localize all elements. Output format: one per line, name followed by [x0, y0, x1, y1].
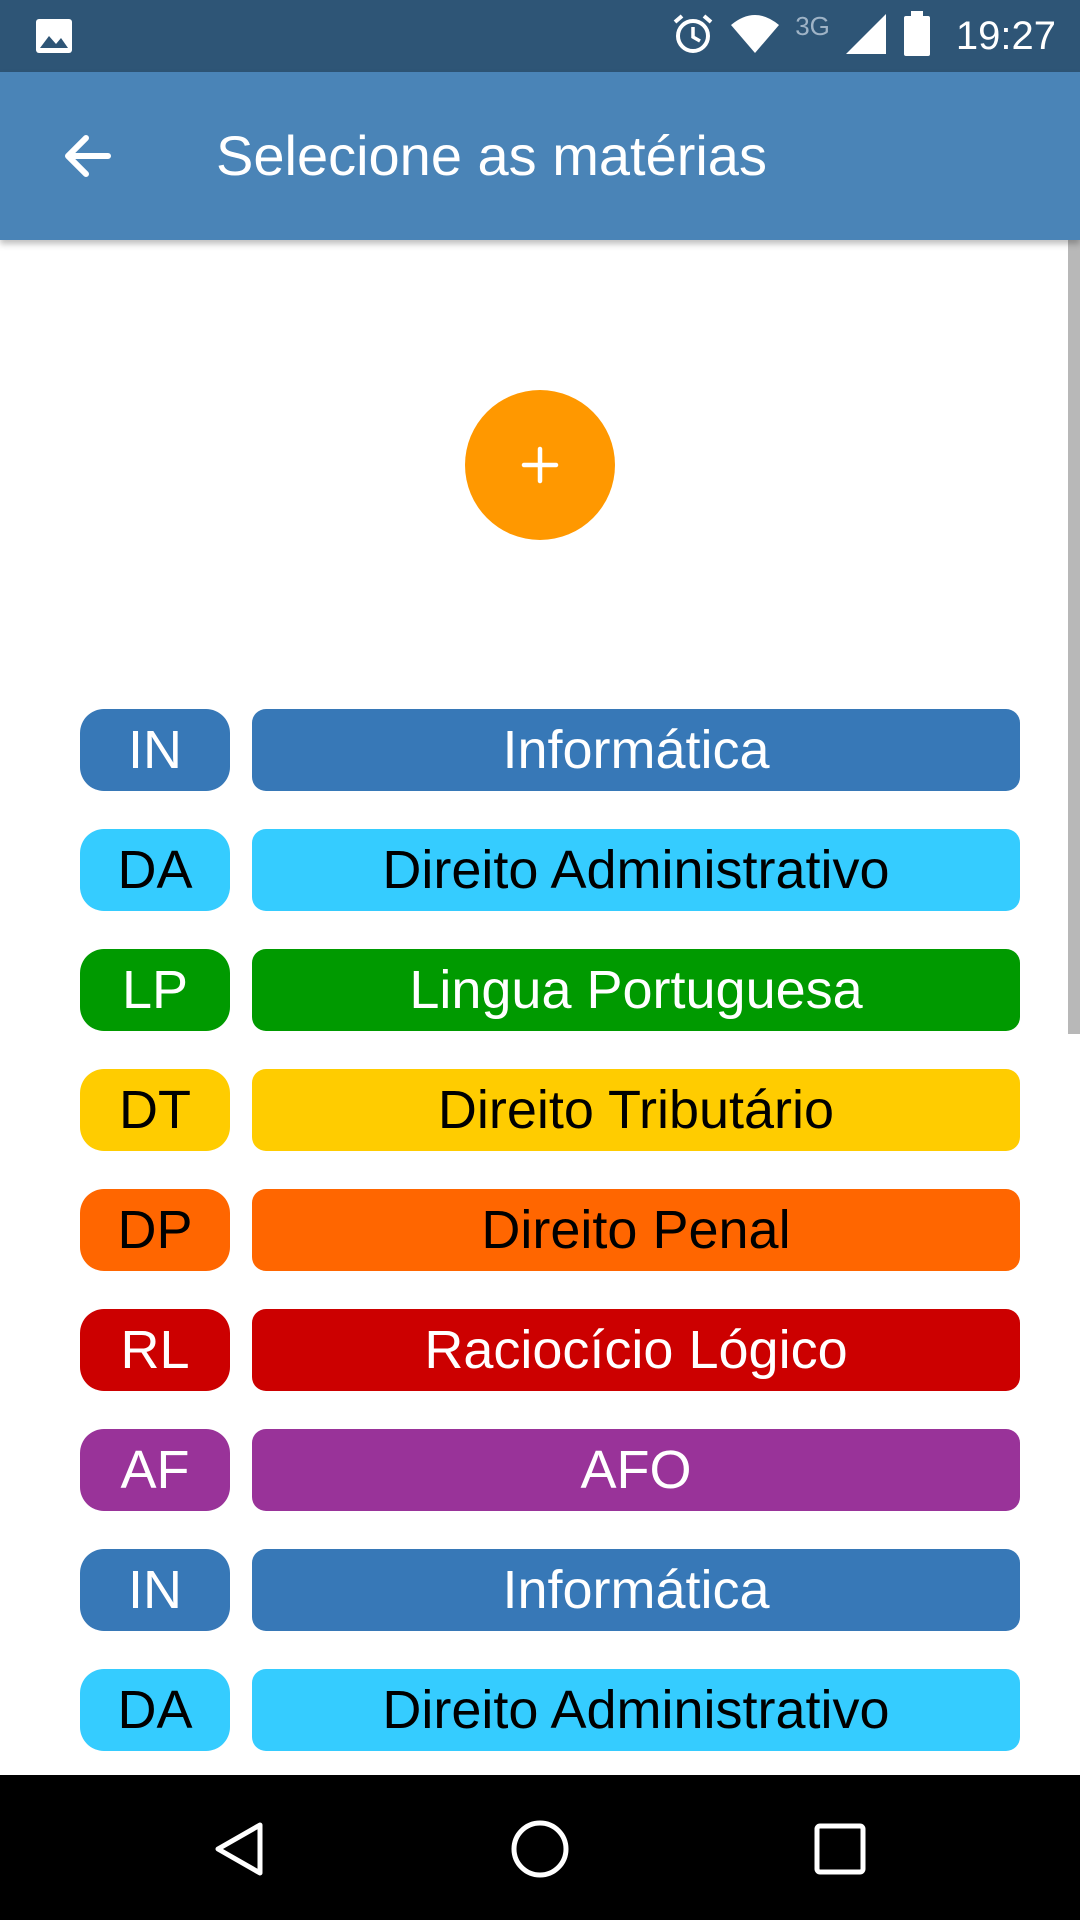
back-triangle-icon: [215, 1822, 263, 1876]
app-bar: Selecione as matérias: [0, 72, 1080, 240]
nav-recents-button[interactable]: [802, 1811, 878, 1887]
status-time: 19:27: [955, 13, 1056, 58]
add-subject-button[interactable]: [465, 390, 615, 540]
subject-row[interactable]: DT Direito Tributário: [80, 1069, 1020, 1151]
page-title: Selecione as matérias: [216, 124, 767, 187]
subject-row[interactable]: RL Raciocício Lógico: [80, 1309, 1020, 1391]
subject-name: Informática: [252, 1549, 1020, 1631]
arrow-back-icon: [65, 135, 111, 177]
subject-abbreviation: IN: [80, 709, 230, 791]
subject-abbreviation: DT: [80, 1069, 230, 1151]
subject-abbreviation: LP: [80, 949, 230, 1031]
subject-abbreviation: IN: [80, 1549, 230, 1631]
subject-abbreviation: DA: [80, 829, 230, 911]
nav-back-button[interactable]: [202, 1811, 278, 1887]
subject-name: Raciocício Lógico: [252, 1309, 1020, 1391]
subject-name: AFO: [252, 1429, 1020, 1511]
subject-name: Direito Administrativo: [252, 829, 1020, 911]
battery-icon: [902, 10, 932, 62]
subject-name: Direito Administrativo: [252, 1669, 1020, 1751]
subject-name: Direito Tributário: [252, 1069, 1020, 1151]
recents-square-icon: [814, 1823, 866, 1875]
subject-abbreviation: AF: [80, 1429, 230, 1511]
status-bar: 3G 19:27: [0, 0, 1080, 72]
signal-icon: [844, 12, 888, 61]
wifi-icon: [729, 13, 781, 60]
subject-name: Informática: [252, 709, 1020, 791]
subject-name: Lingua Portuguesa: [252, 949, 1020, 1031]
screen: 3G 19:27 Selecione as matérias IN Inform…: [0, 0, 1080, 1920]
scrollbar[interactable]: [1068, 240, 1080, 1034]
nav-home-button[interactable]: [502, 1811, 578, 1887]
navigation-bar: [0, 1775, 1080, 1920]
back-button[interactable]: [48, 118, 124, 194]
subject-row[interactable]: AF AFO: [80, 1429, 1020, 1511]
home-circle-icon: [511, 1820, 569, 1878]
status-icons: 3G 19:27: [671, 0, 1056, 72]
alarm-icon: [671, 12, 715, 61]
subject-row[interactable]: IN Informática: [80, 1549, 1020, 1631]
subject-abbreviation: DA: [80, 1669, 230, 1751]
subject-row[interactable]: DP Direito Penal: [80, 1189, 1020, 1271]
plus-icon: [521, 446, 559, 484]
subject-abbreviation: RL: [80, 1309, 230, 1391]
subject-row[interactable]: LP Lingua Portuguesa: [80, 949, 1020, 1031]
subject-list: IN Informática DA Direito Administrativo LP L…: [80, 709, 1020, 1775]
subject-row[interactable]: DA Direito Administrativo: [80, 1669, 1020, 1751]
network-type-label: 3G: [795, 10, 830, 41]
subject-row[interactable]: IN Informática: [80, 709, 1020, 791]
content: IN Informática DA Direito Administrativo LP L…: [0, 240, 1080, 1775]
subject-abbreviation: DP: [80, 1189, 230, 1271]
subject-name: Direito Penal: [252, 1189, 1020, 1271]
image-icon: [35, 18, 73, 54]
subject-row[interactable]: DA Direito Administrativo: [80, 829, 1020, 911]
